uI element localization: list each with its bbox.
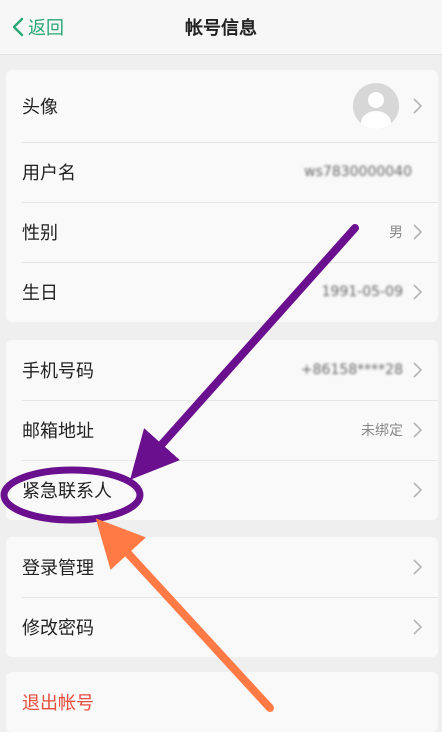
chevron-right-icon [413, 224, 422, 240]
email-label: 邮箱地址 [22, 421, 94, 442]
chevron-right-icon [413, 98, 422, 114]
gender-value: 男 [389, 225, 403, 241]
avatar-row[interactable]: 头像 [6, 70, 438, 142]
chevron-right-icon [413, 559, 422, 575]
birthday-value: 1991-05-09 [321, 284, 403, 300]
login-management-row[interactable]: 登录管理 [6, 537, 438, 597]
chevron-right-icon [413, 422, 422, 438]
login-management-label: 登录管理 [22, 558, 94, 579]
avatar-label: 头像 [22, 97, 58, 118]
change-password-label: 修改密码 [22, 618, 94, 639]
contact-group: 手机号码 +86158****28 邮箱地址 未绑定 紧急联系人 [6, 340, 438, 520]
gender-label: 性别 [22, 223, 58, 244]
chevron-right-icon [413, 619, 422, 635]
page-title: 帐号信息 [185, 18, 257, 39]
birthday-row[interactable]: 生日 1991-05-09 [6, 262, 438, 322]
chevron-right-icon [413, 482, 422, 498]
username-row[interactable]: 用户名 ws7830000040 [6, 142, 438, 202]
nav-bar: 返回 帐号信息 [0, 0, 442, 55]
phone-value: +86158****28 [300, 362, 403, 378]
birthday-label: 生日 [22, 283, 58, 304]
logout-button[interactable]: 退出帐号 [22, 689, 422, 715]
profile-group: 头像 用户名 ws7830000040 性别 男 生日 1991-05-09 [6, 70, 438, 322]
email-row[interactable]: 邮箱地址 未绑定 [6, 400, 438, 460]
avatar [353, 83, 399, 129]
username-label: 用户名 [22, 163, 76, 184]
username-value: ws7830000040 [304, 164, 412, 180]
logout-group: 退出帐号 [6, 672, 438, 732]
chevron-right-icon [413, 362, 422, 378]
logout-row[interactable]: 退出帐号 [6, 672, 438, 732]
security-group: 登录管理 修改密码 [6, 537, 438, 657]
phone-row[interactable]: 手机号码 +86158****28 [6, 340, 438, 400]
emergency-contact-row[interactable]: 紧急联系人 [6, 460, 438, 520]
phone-label: 手机号码 [22, 361, 94, 382]
emergency-contact-label: 紧急联系人 [22, 481, 112, 502]
change-password-row[interactable]: 修改密码 [6, 597, 438, 657]
email-value: 未绑定 [361, 423, 403, 439]
gender-row[interactable]: 性别 男 [6, 202, 438, 262]
chevron-right-icon [413, 284, 422, 300]
